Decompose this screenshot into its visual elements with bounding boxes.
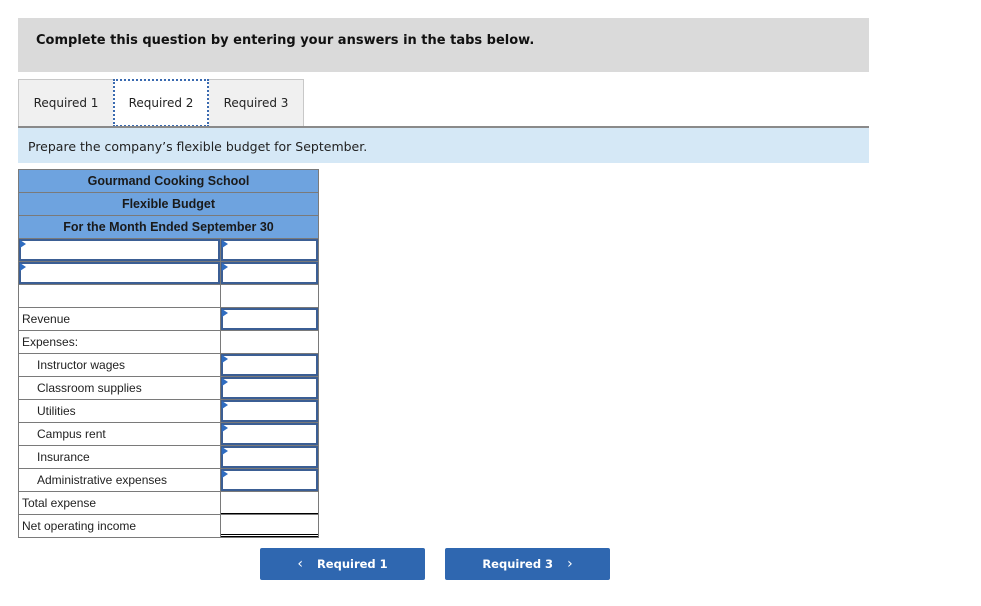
header-amount-input-2[interactable] bbox=[221, 262, 318, 284]
net-operating-income-row: Net operating income bbox=[17, 514, 319, 538]
administrative-expenses-input[interactable] bbox=[221, 469, 318, 491]
revenue-input[interactable] bbox=[221, 308, 318, 330]
dropdown-flag-icon bbox=[222, 470, 229, 478]
next-button-label: Required 3 bbox=[482, 557, 554, 571]
report-period: For the Month Ended September 30 bbox=[18, 215, 319, 239]
header-row-title: Flexible Budget bbox=[18, 192, 319, 216]
expense-label-insurance: Insurance bbox=[17, 445, 222, 469]
expense-row: Instructor wages bbox=[17, 353, 319, 377]
dropdown-flag-icon bbox=[222, 447, 229, 455]
total-expense-value bbox=[221, 492, 318, 514]
campus-rent-input[interactable] bbox=[221, 423, 318, 445]
tab-required-2[interactable]: Required 2 bbox=[113, 79, 209, 127]
insurance-input[interactable] bbox=[221, 446, 318, 468]
tab-required-3[interactable]: Required 3 bbox=[209, 79, 304, 126]
expenses-heading-row: Expenses: bbox=[17, 330, 319, 354]
report-title: Flexible Budget bbox=[18, 192, 319, 216]
input-row bbox=[17, 261, 319, 285]
next-required-3-button[interactable]: Required 3 › bbox=[445, 548, 610, 580]
chevron-right-icon: › bbox=[567, 556, 573, 572]
expense-label-campus-rent: Campus rent bbox=[17, 422, 222, 446]
dropdown-flag-icon bbox=[20, 240, 26, 248]
prompt-text: Prepare the company’s flexible budget fo… bbox=[28, 139, 368, 154]
dropdown-flag-icon bbox=[20, 263, 26, 271]
flexible-budget-table: Gourmand Cooking School Flexible Budget … bbox=[17, 169, 319, 538]
expense-label-classroom-supplies: Classroom supplies bbox=[17, 376, 222, 400]
tab-required-1[interactable]: Required 1 bbox=[18, 79, 114, 126]
dropdown-flag-icon bbox=[222, 309, 229, 317]
net-operating-income-label: Net operating income bbox=[17, 514, 222, 538]
expense-row: Classroom supplies bbox=[17, 376, 319, 400]
dropdown-flag-icon bbox=[222, 240, 229, 248]
question-prompt: Prepare the company’s flexible budget fo… bbox=[18, 126, 869, 163]
dropdown-flag-icon bbox=[222, 378, 229, 386]
revenue-row: Revenue bbox=[17, 307, 319, 331]
dropdown-flag-icon bbox=[222, 355, 229, 363]
header-row-period: For the Month Ended September 30 bbox=[18, 215, 319, 239]
expense-row: Utilities bbox=[17, 399, 319, 423]
expense-row: Insurance bbox=[17, 445, 319, 469]
total-expense-row: Total expense bbox=[17, 491, 319, 515]
expense-row: Administrative expenses bbox=[17, 468, 319, 492]
dropdown-flag-icon bbox=[222, 263, 229, 271]
header-amount-input-1[interactable] bbox=[221, 239, 318, 261]
dropdown-flag-icon bbox=[222, 401, 229, 409]
total-expense-label: Total expense bbox=[17, 491, 222, 515]
input-row bbox=[17, 238, 319, 262]
expense-label-instructor-wages: Instructor wages bbox=[17, 353, 222, 377]
prev-button-label: Required 1 bbox=[316, 557, 388, 571]
instructor-wages-input[interactable] bbox=[221, 354, 318, 376]
chevron-left-icon: ‹ bbox=[297, 556, 303, 572]
utilities-input[interactable] bbox=[221, 400, 318, 422]
net-operating-income-value bbox=[221, 515, 318, 537]
previous-required-1-button[interactable]: ‹ Required 1 bbox=[260, 548, 425, 580]
expense-label-utilities: Utilities bbox=[17, 399, 222, 423]
expense-label-administrative-expenses: Administrative expenses bbox=[17, 468, 222, 492]
company-name: Gourmand Cooking School bbox=[18, 169, 319, 193]
classroom-supplies-input[interactable] bbox=[221, 377, 318, 399]
expense-row: Campus rent bbox=[17, 422, 319, 446]
instruction-text: Complete this question by entering your … bbox=[36, 33, 535, 48]
header-label-input-1[interactable] bbox=[19, 239, 221, 261]
blank-row bbox=[17, 284, 319, 308]
header-label-input-2[interactable] bbox=[19, 262, 221, 284]
tab-bar: Required 1 Required 2 Required 3 bbox=[18, 79, 304, 127]
expenses-heading: Expenses: bbox=[17, 330, 222, 354]
revenue-label: Revenue bbox=[17, 307, 222, 331]
dropdown-flag-icon bbox=[222, 424, 229, 432]
header-row-company: Gourmand Cooking School bbox=[18, 169, 319, 193]
instruction-banner: Complete this question by entering your … bbox=[18, 18, 869, 72]
